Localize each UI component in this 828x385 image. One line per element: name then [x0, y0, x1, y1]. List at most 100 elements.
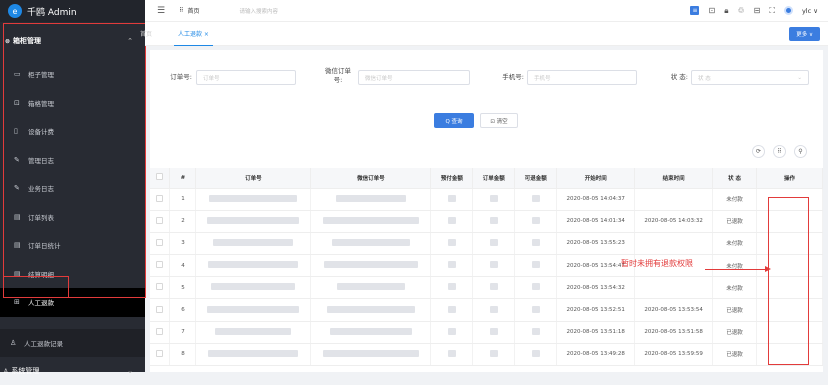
redacted-value	[447, 238, 456, 246]
row-checkbox[interactable]	[156, 216, 164, 224]
tab-label: 首页	[140, 31, 153, 38]
top-bar: ☰ ⠿ 首页 请输入搜索内容 ≡ ⊡ 🔒︎ ♲ ⊟ ⛶ ylc ∨	[145, 0, 828, 22]
table-row[interactable]: 3 2020-08-05 13:55:23 未付款	[150, 232, 823, 256]
breadcrumb[interactable]: ⠿ 首页	[179, 6, 199, 15]
cell-index: 5	[169, 276, 197, 300]
col-amount: 订单金额	[472, 168, 516, 189]
row-select[interactable]	[150, 188, 171, 211]
user-menu[interactable]: ylc ∨	[802, 7, 818, 15]
fullscreen-icon[interactable]: ⛶	[769, 6, 775, 16]
select-all-checkbox[interactable]	[156, 173, 164, 181]
table-row[interactable]: 1 2020-08-05 14:04:37 未付款	[150, 188, 823, 211]
cell-prepaid	[430, 321, 474, 344]
columns-icon[interactable]: ⠿	[773, 145, 786, 158]
app-logo[interactable]: e 千鸥 Admin	[0, 0, 145, 22]
cell-amount	[472, 276, 516, 300]
table-row[interactable]: 6 2020-08-05 13:52:51 2020-08-05 13:53:54 已…	[150, 298, 823, 322]
row-select[interactable]	[150, 276, 171, 300]
row-checkbox[interactable]	[156, 305, 164, 313]
table-row[interactable]: 2 2020-08-05 14:01:34 2020-08-05 14:03:32 已…	[150, 210, 823, 233]
menu-group-system[interactable]: ♙ 系统管理 ⌄	[0, 357, 145, 385]
menu-toggle-icon[interactable]: ☰	[157, 6, 165, 16]
search-icon[interactable]: ⚲	[794, 145, 807, 158]
more-button[interactable]: 更多 ∨	[789, 26, 820, 41]
phone-field[interactable]: 手机号	[527, 70, 637, 85]
cell-order-no	[195, 188, 312, 211]
query-button[interactable]: Q 查询	[434, 113, 474, 128]
refresh-icon[interactable]: ⟳	[752, 145, 765, 158]
redacted-value	[211, 283, 296, 291]
row-select[interactable]	[150, 343, 171, 367]
tab-manual-refund[interactable]: 人工退款 ×	[174, 22, 213, 46]
redacted-value	[531, 327, 540, 335]
cell-start-time: 2020-08-05 13:55:23	[556, 232, 636, 256]
redacted-value	[489, 194, 498, 202]
toolbar: ≡ ⊡ 🔒︎ ♲ ⊟ ⛶ ylc ∨	[690, 6, 818, 16]
cell-order-no	[195, 321, 312, 344]
annotation-box-action	[768, 197, 809, 365]
cell-end-time: 2020-08-05 13:53:54	[634, 298, 714, 322]
cell-end-time	[634, 188, 714, 211]
col-refundable: 可退金额	[514, 168, 558, 189]
row-checkbox[interactable]	[156, 349, 164, 357]
row-select[interactable]	[150, 232, 171, 256]
cell-wechat-no	[310, 276, 432, 300]
notification-icon[interactable]: ⊟	[754, 6, 761, 15]
clear-button[interactable]: ⊡ 清空	[480, 113, 518, 128]
avatar[interactable]	[783, 6, 793, 15]
cell-order-no	[195, 254, 312, 278]
cell-prepaid	[430, 276, 474, 300]
redacted-value	[447, 261, 456, 269]
lock-icon[interactable]: 🔒︎	[724, 6, 728, 16]
redacted-value	[208, 261, 299, 269]
cell-status: 未付款	[712, 232, 758, 256]
cell-status: 已退款	[712, 298, 758, 322]
table-header: # 订单号 微信订单号 预付金额 订单金额 可退金额 开始时间 结束时间 状 态…	[150, 168, 823, 189]
cell-refundable	[514, 321, 558, 344]
row-checkbox[interactable]	[156, 194, 164, 202]
redacted-value	[531, 305, 540, 313]
sidebar-item-refund-records[interactable]: ♙ 人工退款记录	[0, 328, 145, 357]
redacted-value	[531, 261, 540, 269]
filter-wechat-no: 微信订单 号: 微信订单号	[320, 67, 470, 85]
order-no-field[interactable]: 订单号	[196, 70, 296, 85]
table-row[interactable]: 7 2020-08-05 13:51:18 2020-08-05 13:51:58 已…	[150, 321, 823, 344]
table-row[interactable]: 8 2020-08-05 13:49:28 2020-08-05 13:59:59 已…	[150, 343, 823, 367]
order-no-label: 订单号:	[170, 73, 192, 81]
redacted-value	[489, 216, 498, 224]
message-icon[interactable]: ≡	[690, 6, 700, 15]
row-select[interactable]	[150, 210, 171, 233]
row-checkbox[interactable]	[156, 327, 164, 335]
row-checkbox[interactable]	[156, 238, 164, 246]
search-input[interactable]: 请输入搜索内容	[240, 7, 279, 15]
screenshot-icon[interactable]: ⊡	[708, 6, 715, 15]
row-checkbox[interactable]	[156, 283, 164, 291]
table-row[interactable]: 5 2020-08-05 13:54:32 未付款	[150, 276, 823, 300]
row-select[interactable]	[150, 321, 171, 344]
cell-wechat-no	[310, 343, 432, 367]
row-select[interactable]	[150, 254, 171, 278]
cell-prepaid	[430, 254, 474, 278]
redacted-value	[215, 327, 292, 335]
cell-start-time: 2020-08-05 13:54:32	[556, 276, 636, 300]
annotation-arrow	[705, 269, 765, 271]
col-end-time: 结束时间	[634, 168, 714, 189]
wechat-no-field[interactable]: 微信订单号	[358, 70, 470, 85]
cell-refundable	[514, 343, 558, 367]
redacted-value	[489, 261, 498, 269]
redacted-value	[336, 283, 405, 291]
header-select[interactable]	[150, 168, 171, 189]
cell-start-time: 2020-08-05 14:04:37	[556, 188, 636, 211]
menu-group-label: 系统管理	[11, 367, 40, 375]
shirt-icon[interactable]: ♲	[737, 6, 744, 15]
row-checkbox[interactable]	[156, 261, 164, 269]
table-row[interactable]: 4 2020-08-05 13:54:47 未付款	[150, 254, 823, 278]
wechat-label-line2: 号:	[333, 76, 343, 84]
tab-home[interactable]: 首页	[140, 29, 152, 38]
cell-start-time: 2020-08-05 13:51:18	[556, 321, 636, 344]
cell-wechat-no	[310, 210, 432, 233]
col-action: 操作	[756, 168, 823, 189]
status-select[interactable]: 状 态 ⌄	[691, 70, 809, 85]
cell-prepaid	[430, 343, 474, 367]
row-select[interactable]	[150, 298, 171, 322]
